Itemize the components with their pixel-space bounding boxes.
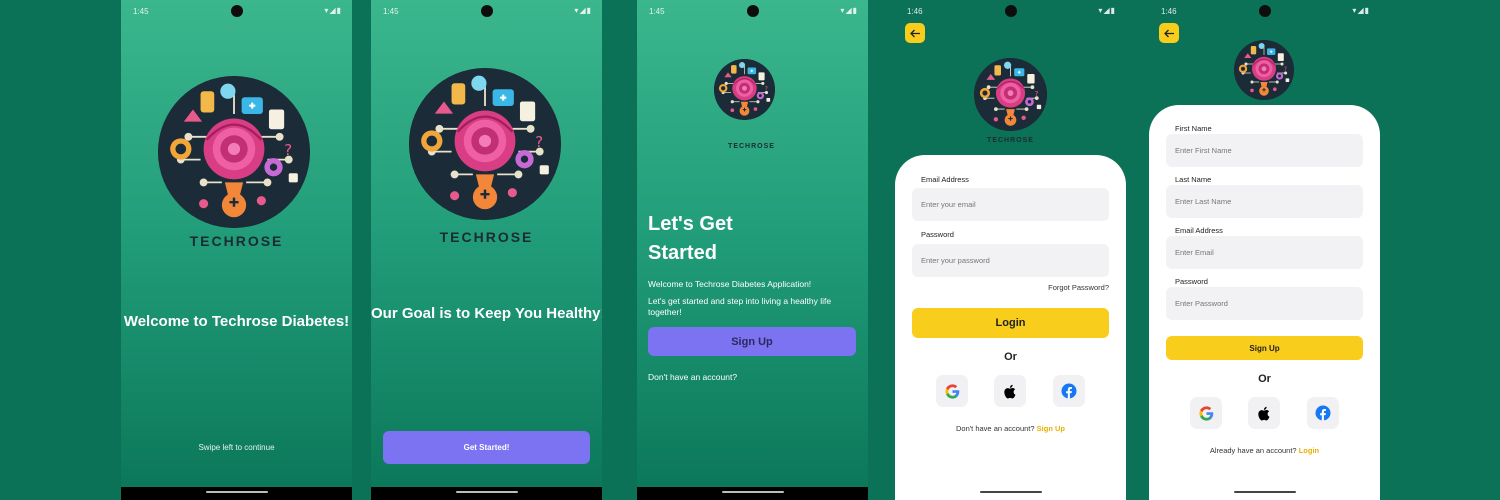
password-label: Password [921, 230, 954, 239]
first-name-label: First Name [1175, 124, 1212, 133]
email-field[interactable] [912, 188, 1109, 221]
swipe-hint: Swipe left to continue [198, 443, 275, 452]
arrow-left-icon [909, 29, 920, 37]
welcome-headline: Welcome to Techrose Diabetes! [123, 313, 350, 330]
facebook-icon [1061, 383, 1077, 399]
onboarding-screen-welcome: 1:45 ▾◢▮ TECHROSE Welcome to Techrose Di… [121, 0, 352, 500]
intro-text: Let's get started and step into living a… [648, 296, 832, 317]
signup-prompt-text: Don't have an account? [955, 424, 1035, 433]
techrose-logo [409, 68, 561, 220]
login-prompt-text: Already have an account? [1209, 446, 1297, 455]
email-label: Email Address [921, 175, 969, 184]
welcome-text: Welcome to Techrose Diabetes Application… [648, 279, 812, 289]
camera-cutout [1004, 5, 1017, 17]
arrow-left-icon [1163, 29, 1174, 37]
sign-up-button[interactable]: Sign Up [1166, 336, 1363, 360]
google-icon [1198, 405, 1213, 421]
apple-icon [1257, 406, 1269, 420]
apple-icon [1003, 384, 1015, 398]
status-icons: ▾◢▮ [840, 6, 858, 15]
signup-link[interactable]: Sign Up [1037, 424, 1065, 433]
status-bar: 1:45 ▾◢▮ [121, 0, 352, 22]
status-icons: ▾◢▮ [1098, 6, 1116, 15]
nav-bar [895, 487, 1126, 500]
camera-cutout [746, 5, 759, 17]
facebook-login-button[interactable] [1053, 375, 1085, 407]
home-indicator[interactable] [979, 491, 1042, 493]
status-icons: ▾◢▮ [324, 6, 342, 15]
signup-screen: 1:46 ▾◢▮ First Name Last Name Email Addr… [1149, 0, 1380, 500]
home-indicator[interactable] [1233, 491, 1296, 493]
techrose-logo [158, 76, 310, 228]
status-time: 1:45 [383, 7, 399, 16]
get-started-title: Let's Get Started [648, 210, 733, 268]
or-divider: Or [1258, 373, 1271, 385]
status-icons: ▾◢▮ [574, 6, 592, 15]
password-label: Password [1175, 277, 1208, 286]
or-divider: Or [1004, 351, 1017, 363]
brand-wordmark: TECHROSE [728, 143, 775, 150]
forgot-password-link[interactable]: Forgot Password? [1048, 283, 1109, 292]
last-name-field[interactable] [1166, 185, 1363, 218]
nav-bar [637, 487, 868, 500]
camera-cutout [480, 5, 493, 17]
onboarding-screen-goal: 1:45 ▾◢▮ TECHROSE Our Goal is to Keep Yo… [371, 0, 602, 500]
home-indicator[interactable] [455, 491, 518, 493]
login-prompt: Already have an account? Login [1149, 446, 1380, 455]
login-card: Email Address Password Forgot Password? … [895, 155, 1126, 500]
signup-prompt: Don't have an account? Sign Up [895, 424, 1126, 433]
nav-bar [121, 487, 352, 500]
back-button[interactable] [905, 23, 925, 43]
email-field[interactable] [1166, 236, 1363, 269]
first-name-field[interactable] [1166, 134, 1363, 167]
status-time: 1:46 [1161, 7, 1177, 16]
status-time: 1:45 [649, 7, 665, 16]
last-name-label: Last Name [1175, 175, 1212, 184]
status-icons: ▾◢▮ [1352, 6, 1370, 15]
nav-bar [371, 487, 602, 500]
facebook-icon [1315, 405, 1331, 421]
techrose-logo [714, 59, 775, 120]
brand-wordmark: TECHROSE [987, 137, 1034, 144]
home-indicator[interactable] [205, 491, 268, 493]
get-started-screen: 1:45 ▾◢▮ TECHROSE Let's Get Started Welc… [637, 0, 868, 500]
title-line-2: Started [648, 242, 717, 264]
apple-login-button[interactable] [994, 375, 1026, 407]
status-time: 1:45 [133, 7, 149, 16]
brand-wordmark: TECHROSE [189, 233, 284, 249]
techrose-logo [1234, 40, 1294, 100]
camera-cutout [1258, 5, 1271, 17]
google-signup-button[interactable] [1190, 397, 1222, 429]
login-screen: 1:46 ▾◢▮ TECHROSE Email Address Password… [895, 0, 1126, 500]
goal-headline: Our Goal is to Keep You Healthy! [371, 305, 602, 322]
password-field[interactable] [1166, 287, 1363, 320]
status-bar: 1:45 ▾◢▮ [637, 0, 868, 22]
status-bar: 1:45 ▾◢▮ [371, 0, 602, 22]
login-link[interactable]: Login [1299, 446, 1319, 455]
sign-up-button[interactable]: Sign Up [648, 327, 856, 356]
techrose-logo [974, 58, 1047, 131]
status-bar: 1:46 ▾◢▮ [895, 0, 1126, 22]
title-line-1: Let's Get [648, 213, 733, 235]
get-started-button[interactable]: Get Started! [383, 431, 590, 464]
back-button[interactable] [1159, 23, 1179, 43]
login-button[interactable]: Login [912, 308, 1109, 338]
facebook-signup-button[interactable] [1307, 397, 1339, 429]
email-label: Email Address [1175, 226, 1223, 235]
signup-card: First Name Last Name Email Address Passw… [1149, 105, 1380, 500]
google-icon [944, 383, 959, 399]
status-time: 1:46 [907, 7, 923, 16]
nav-bar [1149, 487, 1380, 500]
password-field[interactable] [912, 244, 1109, 277]
google-login-button[interactable] [936, 375, 968, 407]
home-indicator[interactable] [721, 491, 784, 493]
apple-signup-button[interactable] [1248, 397, 1280, 429]
brand-wordmark: TECHROSE [439, 229, 534, 245]
camera-cutout [230, 5, 243, 17]
status-bar: 1:46 ▾◢▮ [1149, 0, 1380, 22]
no-account-text[interactable]: Don't have an account? [648, 372, 862, 383]
